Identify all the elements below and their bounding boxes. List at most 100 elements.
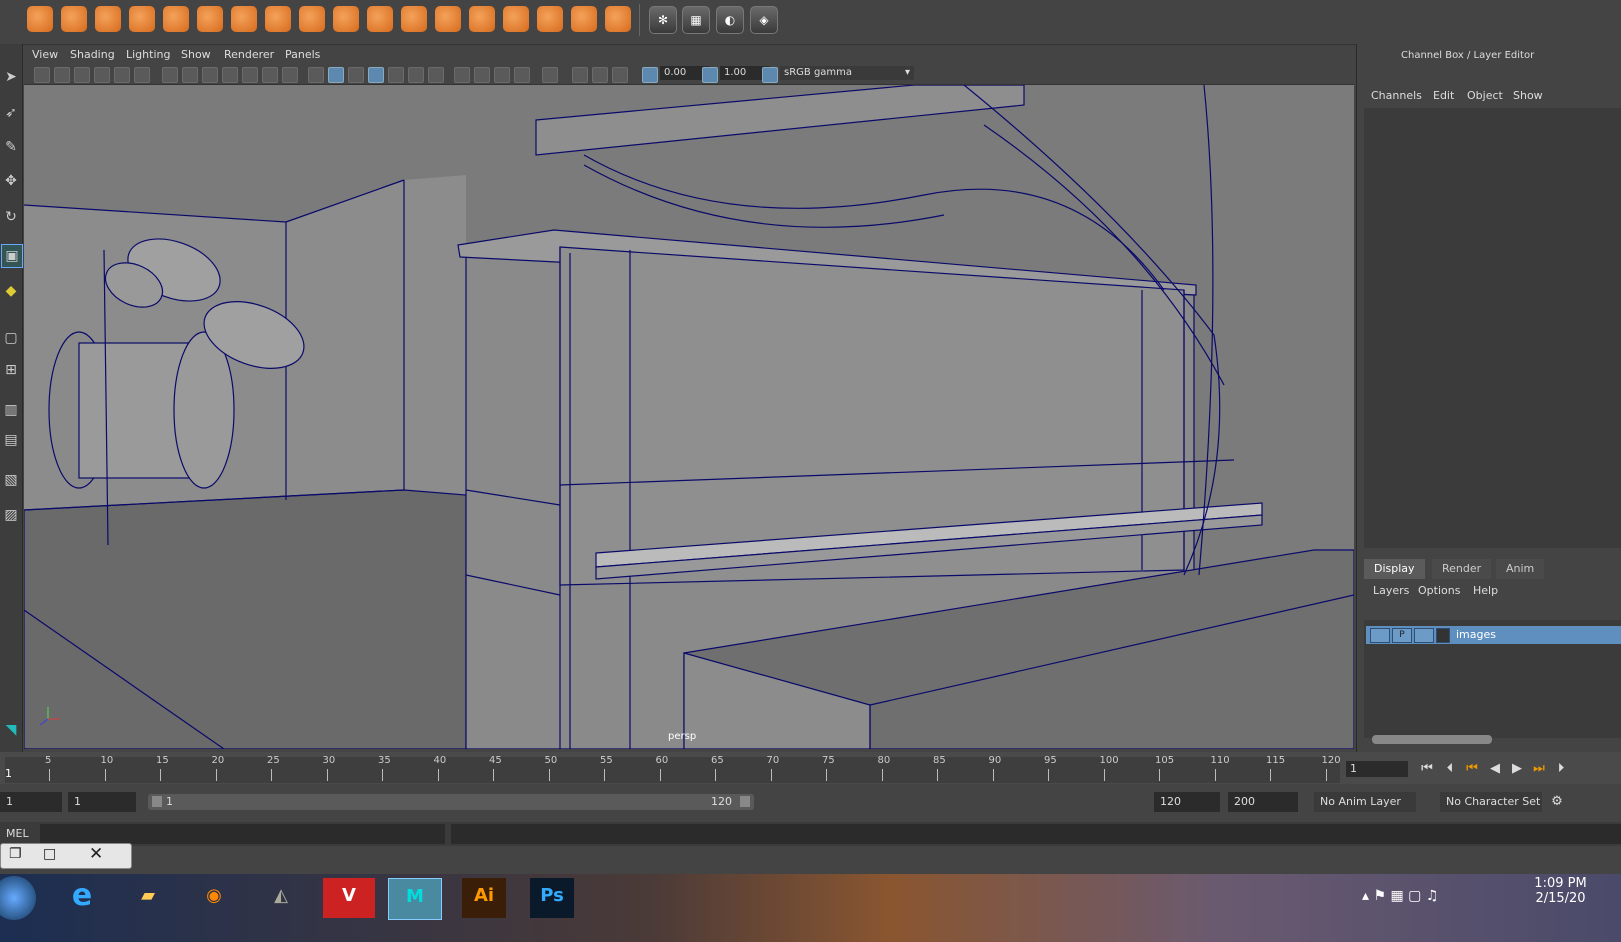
field-chart-icon[interactable] (242, 67, 258, 83)
menu-show[interactable]: Show (181, 48, 211, 61)
playback-end-field[interactable]: 120 (1154, 792, 1220, 812)
exposure-icon[interactable] (642, 67, 658, 83)
vectorworks-icon[interactable]: V (323, 878, 375, 918)
torus-tool-icon[interactable] (197, 6, 223, 32)
character-set-select[interactable]: No Character Set (1440, 792, 1542, 812)
shadows-icon[interactable] (428, 67, 444, 83)
step-back-icon[interactable]: ⏴ (1441, 760, 1459, 778)
layout-outliner-icon[interactable]: ▧ (1, 469, 21, 491)
system-tray[interactable]: ▴ ⚑ ▦ ▢ ♫ (1362, 878, 1512, 918)
last-tool-icon[interactable]: ◆ (1, 280, 21, 302)
mirror-tool-icon[interactable] (605, 6, 631, 32)
plane-tool-icon[interactable] (163, 6, 189, 32)
split-tool-icon[interactable] (469, 6, 495, 32)
tab-display[interactable]: Display (1364, 559, 1425, 579)
options-menu[interactable]: Options (1418, 584, 1460, 597)
clock[interactable]: 1:09 PM 2/15/20 (1500, 876, 1621, 916)
close-icon[interactable]: ✕ (89, 844, 103, 864)
maximize-icon[interactable]: □ (43, 846, 56, 862)
playback-start-field[interactable]: 1 (68, 792, 136, 812)
menu-panels[interactable]: Panels (285, 48, 320, 61)
xray-icon[interactable] (454, 67, 470, 83)
anim-prefs-icon[interactable]: ⚙ (1548, 793, 1566, 811)
grease-pencil-icon[interactable] (134, 67, 150, 83)
safe-action-icon[interactable] (262, 67, 278, 83)
go-to-start-icon[interactable]: ⏮ (1418, 760, 1436, 778)
channels-menu[interactable]: Channels (1371, 89, 1422, 102)
ambient-occlusion-icon[interactable] (514, 67, 530, 83)
start-time-field[interactable]: 1 (0, 792, 62, 812)
safe-title-icon[interactable] (282, 67, 298, 83)
snowflake-icon[interactable]: ✻ (649, 6, 677, 34)
loop-tool-icon[interactable] (503, 6, 529, 32)
sphere-tool-icon[interactable] (27, 6, 53, 32)
file-explorer-icon[interactable]: ▰ (122, 878, 174, 918)
illustrator-icon[interactable]: Ai (462, 878, 506, 918)
bookmark-icon[interactable] (74, 67, 90, 83)
wireframe-icon[interactable] (308, 67, 324, 83)
cube-tool-icon[interactable] (61, 6, 87, 32)
cone-tool-icon[interactable] (129, 6, 155, 32)
layout-persp-icon[interactable]: ▨ (1, 504, 21, 526)
smooth-shade-icon[interactable] (328, 67, 344, 83)
bevel-tool-icon[interactable] (401, 6, 427, 32)
display-type-toggle[interactable] (1414, 628, 1434, 643)
anti-alias-icon[interactable] (592, 67, 608, 83)
layer-color-swatch[interactable] (1436, 628, 1450, 643)
range-handle-left[interactable] (152, 796, 162, 807)
bridge-tool-icon[interactable] (367, 6, 393, 32)
grid-icon[interactable] (162, 67, 178, 83)
step-back-key-icon[interactable]: ⏮ (1463, 760, 1481, 778)
object-menu[interactable]: Object (1467, 89, 1503, 102)
default-lighting-icon[interactable] (348, 67, 364, 83)
color-space-select[interactable]: sRGB gamma ▾ (780, 66, 914, 80)
camera-icon[interactable] (34, 67, 50, 83)
render-settings-icon[interactable]: ◈ (750, 6, 778, 34)
current-frame-field[interactable]: 1 (1346, 761, 1408, 777)
show-menu[interactable]: Show (1513, 89, 1543, 102)
help-menu[interactable]: Help (1473, 584, 1498, 597)
resolution-gate-icon[interactable] (202, 67, 218, 83)
insert-edge-tool-icon[interactable] (537, 6, 563, 32)
motion-blur-icon[interactable] (572, 67, 588, 83)
depth-of-field-icon[interactable] (612, 67, 628, 83)
lights-icon[interactable] (408, 67, 424, 83)
play-forward-icon[interactable]: ▶ (1508, 760, 1526, 778)
append-tool-icon[interactable] (435, 6, 461, 32)
gimp-icon[interactable]: ◭ (255, 878, 307, 918)
select-arrow-icon[interactable]: ➤ (1, 66, 21, 88)
layout-graph-icon[interactable]: ▤ (1, 429, 21, 451)
photoshop-icon[interactable]: Ps (530, 878, 574, 918)
tab-render[interactable]: Render (1432, 559, 1492, 579)
internet-explorer-icon[interactable]: e (56, 878, 108, 918)
wireframe-on-shaded-icon[interactable] (368, 67, 384, 83)
range-slider[interactable]: 1 120 (148, 794, 754, 810)
step-forward-key-icon[interactable]: ⏭ (1530, 760, 1548, 778)
2d-pan-icon[interactable] (114, 67, 130, 83)
smooth-tool-icon[interactable] (299, 6, 325, 32)
edit-menu[interactable]: Edit (1433, 89, 1454, 102)
timeline-ticks[interactable]: 1 5 10 15 20 25 30 35 40 45 50 55 60 65 70 75 80 85 90 95 1… (5, 755, 1341, 783)
maya-icon[interactable]: M (388, 878, 442, 920)
menu-renderer[interactable]: Renderer (224, 48, 274, 61)
film-gate-icon[interactable] (182, 67, 198, 83)
scale-icon[interactable]: ▣ (1, 244, 23, 268)
xray-joints-icon[interactable] (474, 67, 490, 83)
gamma-icon[interactable] (702, 67, 718, 83)
rotate-icon[interactable]: ↻ (1, 206, 21, 228)
step-forward-icon[interactable]: ⏵ (1552, 760, 1570, 778)
paint-icon[interactable]: ✎ (1, 136, 21, 158)
isolate-select-icon[interactable] (542, 67, 558, 83)
render-view-icon[interactable]: ▦ (682, 6, 710, 34)
play-back-icon[interactable]: ◀ (1486, 760, 1504, 778)
textured-icon[interactable] (388, 67, 404, 83)
mel-input[interactable] (40, 824, 445, 844)
menu-view[interactable]: View (32, 48, 58, 61)
combine-tool-icon[interactable] (231, 6, 257, 32)
camera-attr-icon[interactable] (54, 67, 70, 83)
menu-shading[interactable]: Shading (70, 48, 115, 61)
blender-icon[interactable]: ◉ (188, 878, 240, 918)
playback-toggle[interactable]: P (1392, 628, 1412, 643)
xray-components-icon[interactable] (494, 67, 510, 83)
range-handle-right[interactable] (740, 796, 750, 807)
